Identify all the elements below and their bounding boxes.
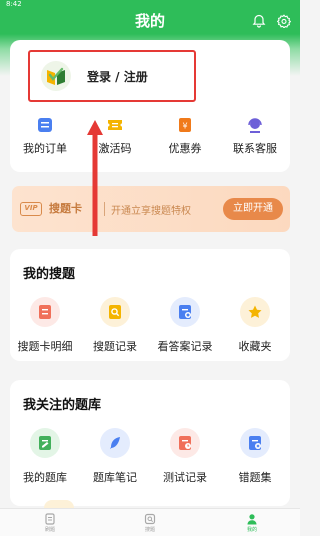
wrong-set-item[interactable]: 错题集 bbox=[220, 428, 290, 485]
feather-icon bbox=[110, 437, 120, 449]
answer-record-item[interactable]: 看答案记录 bbox=[150, 297, 220, 354]
grid-item-label: 错题集 bbox=[238, 471, 272, 484]
my-search-section: 我的搜题 搜题卡明细 搜题记录 看答案记录 收藏夹 bbox=[10, 249, 290, 361]
search-record-item[interactable]: 搜题记录 bbox=[80, 297, 150, 354]
grid-item-label: 我的题库 bbox=[23, 471, 67, 484]
grid-item-label: 收藏夹 bbox=[238, 340, 272, 353]
answer-record-icon bbox=[179, 305, 191, 319]
login-register-label: 登录 / 注册 bbox=[87, 70, 148, 84]
annotation-arrow bbox=[87, 120, 103, 236]
tab-profile[interactable]: 我的 bbox=[222, 513, 282, 533]
question-bank-section: 我关注的题库 我的题库 题库笔记 测试记录 错题集 bbox=[10, 380, 290, 508]
tab-search[interactable]: 搜题 bbox=[120, 513, 180, 533]
bottom-tab-bar: 刷题 搜题 我的 bbox=[0, 508, 300, 536]
card-detail-icon bbox=[39, 305, 51, 319]
quick-action-label: 优惠券 bbox=[168, 142, 202, 155]
section-title: 我关注的题库 bbox=[23, 398, 102, 413]
tab-label: 刷题 bbox=[44, 527, 55, 533]
my-bank-item[interactable]: 我的题库 bbox=[10, 428, 80, 485]
wrong-set-icon bbox=[249, 436, 261, 450]
quick-action-coupons[interactable]: ¥ 优惠券 bbox=[150, 112, 220, 164]
vip-card-name: 搜题卡 bbox=[49, 202, 82, 215]
grid-item-label: 测试记录 bbox=[163, 471, 207, 484]
next-row-icon-peek bbox=[44, 500, 74, 508]
section-title: 我的搜题 bbox=[23, 267, 76, 282]
test-record-item[interactable]: 测试记录 bbox=[150, 428, 220, 485]
grid-item-label: 看答案记录 bbox=[157, 340, 213, 353]
quick-action-orders[interactable]: 我的订单 bbox=[10, 112, 80, 164]
quick-actions: 我的订单 激活码 ¥ 优惠券 联系客服 bbox=[10, 112, 290, 164]
profile-icon bbox=[247, 514, 257, 525]
bank-edit-icon bbox=[39, 436, 51, 450]
order-icon bbox=[38, 118, 52, 132]
test-record-icon bbox=[179, 436, 191, 450]
svg-text:¥: ¥ bbox=[182, 122, 187, 131]
login-register-button[interactable]: 登录 / 注册 bbox=[28, 50, 196, 102]
bank-notes-item[interactable]: 题库笔记 bbox=[80, 428, 150, 485]
app-logo-icon bbox=[41, 61, 71, 91]
quick-action-label: 我的订单 bbox=[23, 142, 67, 155]
top-bar: 我的 bbox=[0, 8, 300, 34]
status-time: 8:42 bbox=[6, 0, 22, 8]
bell-icon[interactable] bbox=[252, 14, 266, 28]
vip-banner[interactable]: VIP 搜题卡 开通立享搜题特权 立即开通 bbox=[12, 186, 290, 232]
grid-item-label: 搜题卡明细 bbox=[17, 340, 73, 353]
favorites-item[interactable]: 收藏夹 bbox=[220, 297, 290, 354]
vip-description: 开通立享搜题特权 bbox=[111, 206, 191, 217]
quick-action-customer-service[interactable]: 联系客服 bbox=[220, 112, 290, 164]
tab-label: 搜题 bbox=[144, 527, 155, 533]
quick-action-label: 联系客服 bbox=[233, 142, 277, 155]
headset-icon bbox=[248, 118, 262, 133]
ticket-icon bbox=[108, 120, 122, 130]
gear-icon[interactable] bbox=[277, 14, 291, 28]
tab-practice[interactable]: 刷题 bbox=[20, 513, 80, 533]
user-card: 登录 / 注册 我的订单 激活码 ¥ 优惠券 联系客服 bbox=[10, 40, 290, 172]
search-question-icon bbox=[144, 513, 156, 525]
practice-icon bbox=[45, 513, 55, 525]
search-record-icon bbox=[109, 305, 121, 319]
grid-item-label: 题库笔记 bbox=[93, 471, 137, 484]
search-card-detail-item[interactable]: 搜题卡明细 bbox=[10, 297, 80, 354]
grid-item-label: 搜题记录 bbox=[93, 340, 137, 353]
tab-label: 我的 bbox=[246, 527, 257, 533]
star-icon bbox=[248, 305, 262, 318]
vip-badge: VIP bbox=[20, 202, 42, 216]
vip-open-button[interactable]: 立即开通 bbox=[223, 198, 283, 220]
coupon-icon: ¥ bbox=[179, 118, 191, 132]
